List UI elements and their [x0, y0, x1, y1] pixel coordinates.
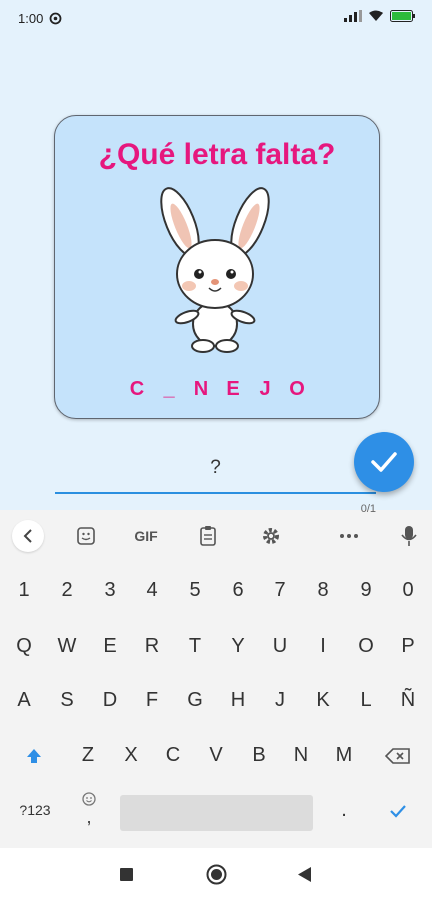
keyboard-back-button[interactable]	[12, 520, 44, 552]
answer-counter: 0/1	[360, 503, 376, 515]
period-key[interactable]: .	[323, 782, 365, 838]
key[interactable]: C	[152, 727, 194, 783]
key[interactable]: W	[46, 618, 88, 674]
sticker-button[interactable]	[74, 522, 98, 550]
check-icon	[371, 452, 397, 472]
key[interactable]: I	[302, 618, 344, 674]
question-card: ¿Qué letra falta? C _ N E J O	[54, 115, 380, 419]
key[interactable]: S	[46, 672, 88, 728]
keyboard-row-numbers: 1 2 3 4 5 6 7 8 9 0	[0, 562, 432, 618]
more-button[interactable]	[336, 522, 362, 550]
key[interactable]: E	[89, 618, 131, 674]
back-icon[interactable]	[298, 867, 311, 882]
question-title: ¿Qué letra falta?	[98, 138, 336, 171]
key[interactable]: 1	[3, 562, 45, 618]
check-icon	[390, 804, 406, 818]
key[interactable]: T	[174, 618, 216, 674]
wifi-icon	[369, 10, 383, 21]
key[interactable]: 9	[345, 562, 387, 618]
answer-input[interactable]: ?	[55, 452, 376, 494]
chevron-left-icon	[23, 529, 32, 543]
keyboard-row-1: Q W E R T Y U I O P	[0, 618, 432, 674]
key[interactable]: O	[345, 618, 387, 674]
keyboard-row-2: A S D F G H J K L Ñ	[0, 672, 432, 728]
key[interactable]: P	[387, 618, 429, 674]
key[interactable]: 5	[174, 562, 216, 618]
key[interactable]: N	[280, 727, 322, 783]
gif-button[interactable]: GIF	[128, 522, 164, 550]
voice-input-button[interactable]	[398, 522, 420, 550]
shift-key[interactable]	[13, 727, 55, 783]
key[interactable]: J	[259, 672, 301, 728]
key[interactable]: H	[217, 672, 259, 728]
symbols-key[interactable]: ?123	[13, 782, 57, 838]
backspace-key[interactable]	[377, 727, 419, 783]
key[interactable]: D	[89, 672, 131, 728]
key[interactable]: 8	[302, 562, 344, 618]
gear-icon	[263, 528, 279, 544]
emoji-comma-key[interactable]: ,	[76, 792, 102, 832]
battery-icon	[390, 10, 415, 22]
status-time: 1:00	[18, 10, 44, 26]
settings-button[interactable]	[258, 522, 284, 550]
word-letter: O	[289, 378, 305, 400]
key[interactable]: Z	[67, 727, 109, 783]
key[interactable]: K	[302, 672, 344, 728]
key[interactable]: Ñ	[387, 672, 429, 728]
key[interactable]: A	[3, 672, 45, 728]
word-letter-missing: _	[163, 378, 175, 400]
keyboard: GIF 1 2 3 4 5 6 7 8 9 0 Q W E R T Y U I	[0, 510, 432, 848]
status-bar: 1:00	[0, 0, 432, 36]
key[interactable]: F	[131, 672, 173, 728]
key[interactable]: M	[323, 727, 365, 783]
key[interactable]: Q	[3, 618, 45, 674]
sync-icon	[49, 12, 62, 24]
emoji-icon	[82, 792, 96, 806]
clipboard-button[interactable]	[196, 522, 220, 550]
word-puzzle: C _ N E J O	[55, 378, 379, 401]
key[interactable]: 0	[387, 562, 429, 618]
space-key[interactable]	[120, 795, 313, 831]
word-letter: E	[226, 378, 240, 400]
key[interactable]: V	[195, 727, 237, 783]
signal-icon	[344, 10, 362, 22]
backspace-icon	[384, 747, 410, 764]
more-icon	[340, 534, 358, 538]
word-letter: J	[259, 378, 271, 400]
key[interactable]: 4	[131, 562, 173, 618]
shift-icon	[27, 748, 41, 763]
comma-key-label: ,	[86, 807, 92, 827]
navigation-bar	[0, 848, 432, 900]
stop-icon[interactable]	[120, 868, 133, 881]
key[interactable]: B	[238, 727, 280, 783]
clipboard-icon	[200, 526, 216, 546]
key[interactable]: X	[110, 727, 152, 783]
keyboard-toolbar: GIF	[0, 510, 432, 562]
key[interactable]: 2	[46, 562, 88, 618]
sticker-icon	[77, 527, 95, 545]
key[interactable]: G	[174, 672, 216, 728]
key[interactable]: U	[259, 618, 301, 674]
bunny-image	[160, 187, 270, 353]
key[interactable]: Y	[217, 618, 259, 674]
key[interactable]: L	[345, 672, 387, 728]
word-letter: N	[193, 378, 209, 400]
key[interactable]: R	[131, 618, 173, 674]
key[interactable]: 3	[89, 562, 131, 618]
key[interactable]: 6	[217, 562, 259, 618]
keyboard-row-3: Z X C V B N M	[0, 727, 432, 783]
submit-button[interactable]	[354, 432, 414, 492]
home-icon[interactable]	[206, 864, 227, 885]
mic-icon	[401, 526, 417, 546]
word-letter: C	[129, 378, 145, 400]
key[interactable]: 7	[259, 562, 301, 618]
enter-key[interactable]	[377, 782, 419, 838]
